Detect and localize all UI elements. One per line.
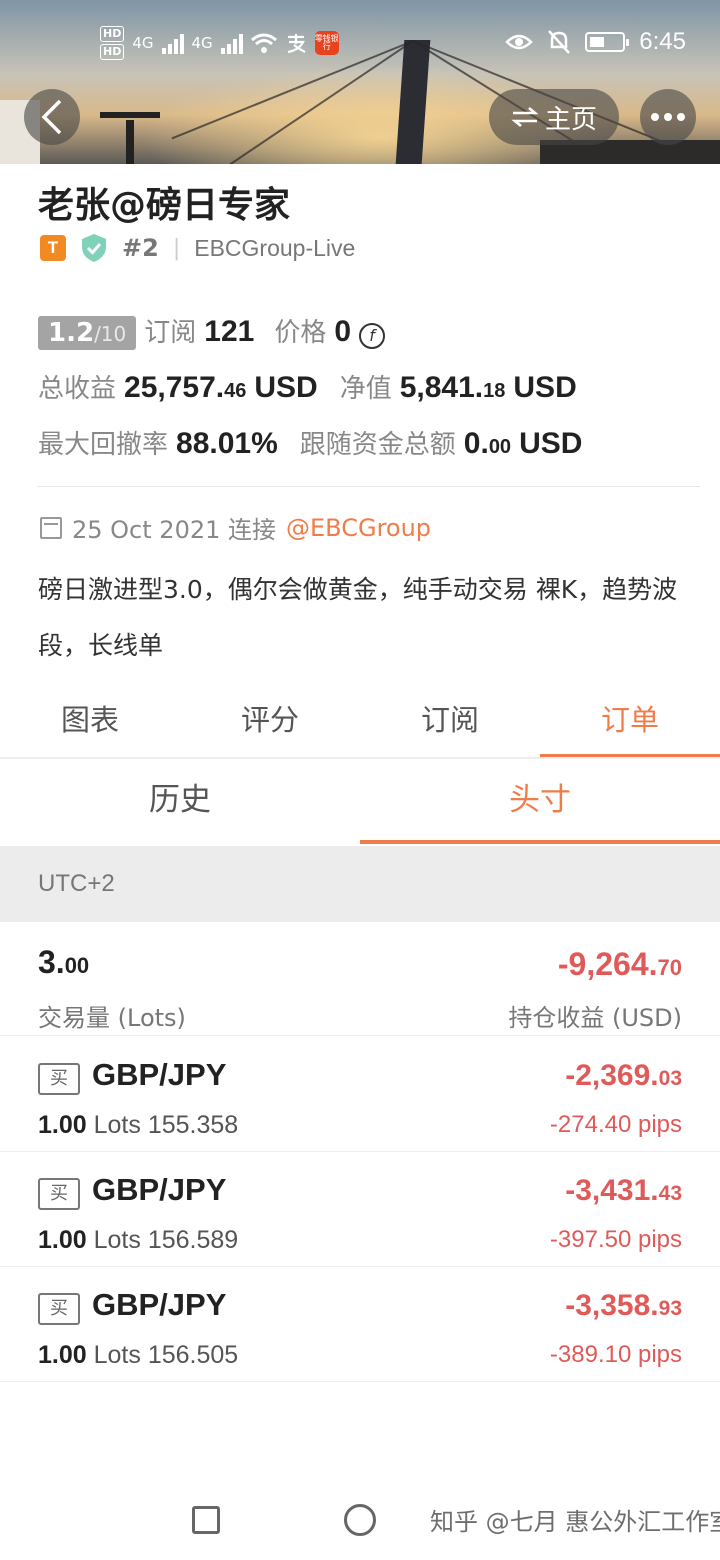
back-button[interactable] xyxy=(24,89,80,145)
position-symbol: GBP/JPY xyxy=(92,1057,227,1092)
verified-shield-icon xyxy=(82,234,106,262)
positions-summary: 3.00 交易量 (Lots) -9,264.70 持仓收益 (USD) xyxy=(0,922,720,1036)
trader-type-badge: T xyxy=(40,235,66,261)
position-detail: 1.00 Lots 156.505 xyxy=(38,1341,239,1369)
recent-apps-button[interactable] xyxy=(192,1506,220,1534)
signal-icon xyxy=(161,32,184,55)
position-detail: 1.00 Lots 155.358 xyxy=(38,1111,239,1139)
wifi-icon xyxy=(250,33,277,54)
position-pips: -389.10 pips xyxy=(549,1341,682,1368)
buy-side-tag: 买 xyxy=(38,1178,80,1210)
hd-icon: HD xyxy=(100,44,125,61)
divider xyxy=(0,757,720,759)
home-button-label: 主页 xyxy=(544,104,597,135)
linked-account-link[interactable]: @EBCGroup xyxy=(286,514,431,542)
max-drawdown-value: 88.01% xyxy=(176,427,278,460)
follow-funds-label: 跟随资金总额 xyxy=(299,430,456,460)
main-tabs: 图表 评分 订阅 订单 xyxy=(0,690,720,758)
position-pl: -2,369.03 xyxy=(565,1059,682,1092)
buy-side-tag: 买 xyxy=(38,1063,80,1095)
position-detail: 1.00 Lots 156.589 xyxy=(38,1226,239,1254)
position-symbol: GBP/JPY xyxy=(92,1172,227,1207)
home-button[interactable]: 主页 xyxy=(489,89,619,145)
floating-pl-label: 持仓收益 (USD) xyxy=(508,1004,682,1032)
eye-icon xyxy=(505,34,534,50)
divider xyxy=(38,486,700,487)
floating-pl-value: -9,264.70 xyxy=(557,946,682,982)
total-profit-unit: USD xyxy=(254,371,318,404)
total-lots-label: 交易量 (Lots) xyxy=(38,1004,186,1032)
trader-meta: T #2 | EBCGroup-Live xyxy=(40,233,355,263)
linked-info: 25 Oct 2021 连接 @EBCGroup xyxy=(40,510,431,545)
score-badge: 1.2/10 xyxy=(38,316,137,350)
max-drawdown-label: 最大回撤率 xyxy=(38,430,169,460)
position-pl: -3,431.43 xyxy=(565,1174,682,1207)
bank-app-icon: 零钱银行 xyxy=(314,31,339,56)
tab-orders[interactable]: 订单 xyxy=(540,690,720,758)
watermark: 知乎 @七月 惠公外汇工作室 xyxy=(430,1508,720,1536)
network-type-icon: 4G xyxy=(132,33,154,52)
trader-name: 老张@磅日专家 xyxy=(38,185,291,226)
equity-label: 净值 xyxy=(339,374,392,404)
order-subtabs: 历史 头寸 xyxy=(0,760,720,844)
mute-bell-icon xyxy=(548,30,571,54)
position-row[interactable]: 买 GBP/JPY 1.00 Lots 155.358 -2,369.03 -2… xyxy=(0,1037,720,1152)
linked-date: 25 Oct 2021 连接 xyxy=(72,516,276,544)
signal-icon xyxy=(220,32,243,55)
server-name: EBCGroup-Live xyxy=(194,234,356,261)
tab-chart[interactable]: 图表 xyxy=(0,690,180,758)
stats-row-3: 最大回撤率 88.01% 跟随资金总额 0.00 USD xyxy=(38,424,582,461)
position-pips: -397.50 pips xyxy=(549,1226,682,1253)
divider: | xyxy=(172,235,181,261)
tab-subscribe[interactable]: 订阅 xyxy=(360,690,540,758)
coin-icon: f xyxy=(359,323,386,349)
battery-icon xyxy=(585,32,630,52)
subtab-positions[interactable]: 头寸 xyxy=(360,760,720,844)
alipay-icon xyxy=(287,34,306,54)
position-pips: -274.40 pips xyxy=(549,1111,682,1138)
rank-label: #2 xyxy=(122,234,159,262)
position-symbol: GBP/JPY xyxy=(92,1287,227,1322)
price-label: 价格 xyxy=(274,318,327,348)
chevron-left-icon xyxy=(41,99,62,135)
clock: 6:45 xyxy=(639,28,686,55)
total-lots-value: 3.00 xyxy=(38,944,90,980)
follow-funds-unit: USD xyxy=(519,427,583,460)
position-row[interactable]: 买 GBP/JPY 1.00 Lots 156.589 -3,431.43 -3… xyxy=(0,1152,720,1267)
tab-rating[interactable]: 评分 xyxy=(180,690,360,758)
home-nav-button[interactable] xyxy=(344,1504,376,1536)
price-value: 0 xyxy=(334,315,352,348)
position-row[interactable]: 买 GBP/JPY 1.00 Lots 156.505 -3,358.93 -3… xyxy=(0,1267,720,1382)
timezone-bar: UTC+2 xyxy=(0,846,720,922)
buy-side-tag: 买 xyxy=(38,1293,80,1325)
network-type-icon: 4G xyxy=(191,33,213,52)
system-nav-bar: 知乎 @七月 惠公外汇工作室 xyxy=(0,1480,720,1560)
position-pl: -3,358.93 xyxy=(565,1289,682,1322)
calendar-icon xyxy=(40,516,62,539)
follow-funds-value: 0.00 xyxy=(463,427,512,460)
total-profit-value: 25,757.46 xyxy=(124,371,247,404)
hd-icon: HD xyxy=(100,26,125,43)
swap-arrows-icon xyxy=(511,107,539,127)
stats-row-1: 1.2/10 订阅 121 价格 0 f xyxy=(38,312,386,350)
stats-row-2: 总收益 25,757.46 USD 净值 5,841.18 USD xyxy=(38,368,577,405)
subscribe-count: 121 xyxy=(204,315,255,348)
status-bar: HD HD 4G 4G 零钱银行 6:45 xyxy=(0,22,720,62)
subscribe-label: 订阅 xyxy=(144,318,197,348)
equity-value: 5,841.18 xyxy=(399,371,506,404)
strategy-description: 磅日激进型3.0，偶尔会做黄金，纯手动交易 裸K，趋势波段，长线单 xyxy=(38,575,678,660)
more-options-button[interactable] xyxy=(640,89,696,145)
total-profit-label: 总收益 xyxy=(38,374,117,404)
equity-unit: USD xyxy=(513,371,577,404)
subtab-history[interactable]: 历史 xyxy=(0,760,360,844)
